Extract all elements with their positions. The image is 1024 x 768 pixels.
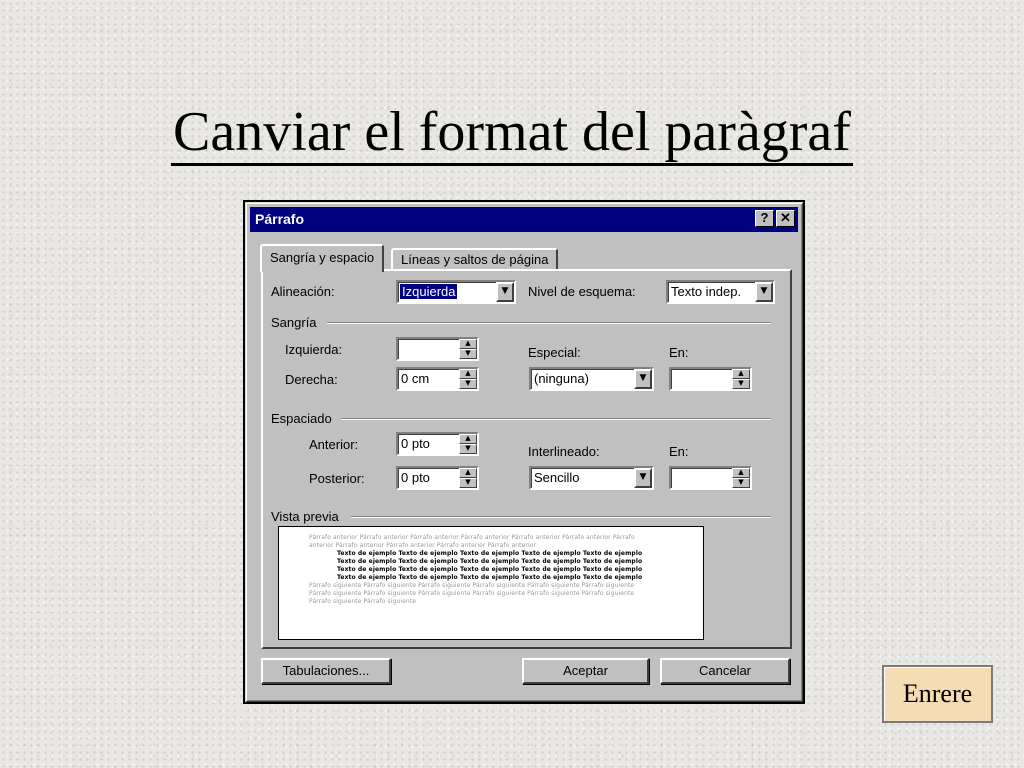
spacing-before-spinner[interactable]: ▲ ▼ [459,434,477,454]
tab-line-page-breaks-label: Líneas y saltos de página [401,252,549,267]
help-button[interactable]: ? [755,210,774,227]
chevron-down-icon[interactable]: ▼ [634,369,652,389]
alignment-label: Alineación: [271,284,335,299]
spin-up-icon[interactable]: ▲ [732,369,750,379]
paragraph-preview: Párrafo anterior Párrafo anterior Párraf… [278,526,704,640]
preview-next-line: Párrafo siguiente Párrafo siguiente Párr… [309,582,635,589]
indent-by-input[interactable]: ▲ ▼ [669,367,752,391]
slide-title: Canviar el format del paràgraf [0,100,1024,166]
alignment-value: Izquierda [398,283,459,300]
chevron-down-icon[interactable]: ▼ [755,282,773,302]
spin-up-icon[interactable]: ▲ [732,468,750,478]
line-spacing-at-spinner[interactable]: ▲ ▼ [732,468,750,488]
preview-group-label: Vista previa [271,509,339,524]
chevron-down-icon[interactable]: ▼ [496,282,514,302]
dialog-title: Párrafo [255,211,305,227]
outline-level-label: Nivel de esquema: [528,284,636,299]
outline-level-value: Texto indep. [671,284,742,299]
preview-prev-line: Párrafo anterior Párrafo anterior Párraf… [309,534,635,541]
preview-prev-line: anterior Párrafo anterior Párrafo anteri… [309,542,537,549]
indent-by-spinner[interactable]: ▲ ▼ [732,369,750,389]
spin-up-icon[interactable]: ▲ [459,339,477,349]
tab-indent-spacing[interactable]: Sangría y espacio [260,244,385,272]
close-button[interactable]: ✕ [776,210,795,227]
line-spacing-label: Interlineado: [528,444,600,459]
outline-level-select[interactable]: Texto indep. ▼ [666,280,775,304]
dialog-titlebar[interactable]: Párrafo ? ✕ [250,207,798,232]
indent-left-input[interactable]: ▲ ▼ [396,337,479,361]
spacing-group-divider [341,418,771,420]
paragraph-dialog: Párrafo ? ✕ Sangría y espacio Líneas y s… [243,200,805,704]
tabs-button[interactable]: Tabulaciones... [261,658,391,684]
preview-sample-line: Texto de ejemplo Texto de ejemplo Texto … [337,550,643,557]
indent-left-label: Izquierda: [285,342,343,357]
special-value: (ninguna) [534,371,589,386]
spacing-after-label: Posterior: [309,471,365,486]
spin-down-icon[interactable]: ▼ [732,478,750,488]
indent-right-value: 0 cm [401,371,430,386]
chevron-down-icon[interactable]: ▼ [634,468,652,488]
tab-line-page-breaks[interactable]: Líneas y saltos de página [391,248,559,270]
spin-down-icon[interactable]: ▼ [459,349,477,359]
tab-indent-spacing-label: Sangría y espacio [270,250,375,265]
indent-right-input[interactable]: 0 cm ▲ ▼ [396,367,479,391]
spacing-before-input[interactable]: 0 pto ▲ ▼ [396,432,479,456]
preview-group-divider [351,516,771,518]
spin-down-icon[interactable]: ▼ [459,444,477,454]
spacing-after-input[interactable]: 0 pto ▲ ▼ [396,466,479,490]
spin-down-icon[interactable]: ▼ [459,379,477,389]
back-button[interactable]: Enrere [882,665,993,723]
line-spacing-value: Sencillo [534,470,580,485]
spin-up-icon[interactable]: ▲ [459,468,477,478]
preview-next-line: Párrafo siguiente Párrafo siguiente Párr… [309,590,635,597]
special-label: Especial: [528,345,581,360]
spacing-after-spinner[interactable]: ▲ ▼ [459,468,477,488]
spacing-before-value: 0 pto [401,436,430,451]
spin-down-icon[interactable]: ▼ [732,379,750,389]
indent-right-label: Derecha: [285,372,338,387]
preview-sample-line: Texto de ejemplo Texto de ejemplo Texto … [337,566,643,573]
line-spacing-at-label: En: [669,444,689,459]
preview-sample-line: Texto de ejemplo Texto de ejemplo Texto … [337,574,643,581]
spacing-after-value: 0 pto [401,470,430,485]
spin-down-icon[interactable]: ▼ [459,478,477,488]
indent-group-divider [327,322,771,324]
spin-up-icon[interactable]: ▲ [459,369,477,379]
indent-by-label: En: [669,345,689,360]
indent-group-label: Sangría [271,315,317,330]
special-select[interactable]: (ninguna) ▼ [529,367,654,391]
spacing-before-label: Anterior: [309,437,359,452]
preview-next-line: Párrafo siguiente Párrafo siguiente [309,598,417,605]
spin-up-icon[interactable]: ▲ [459,434,477,444]
ok-button[interactable]: Aceptar [522,658,649,684]
line-spacing-at-input[interactable]: ▲ ▼ [669,466,752,490]
cancel-button[interactable]: Cancelar [660,658,790,684]
alignment-select[interactable]: Izquierda ▼ [396,280,516,304]
line-spacing-select[interactable]: Sencillo ▼ [529,466,654,490]
indent-right-spinner[interactable]: ▲ ▼ [459,369,477,389]
preview-sample-line: Texto de ejemplo Texto de ejemplo Texto … [337,558,643,565]
spacing-group-label: Espaciado [271,411,332,426]
indent-left-spinner[interactable]: ▲ ▼ [459,339,477,359]
